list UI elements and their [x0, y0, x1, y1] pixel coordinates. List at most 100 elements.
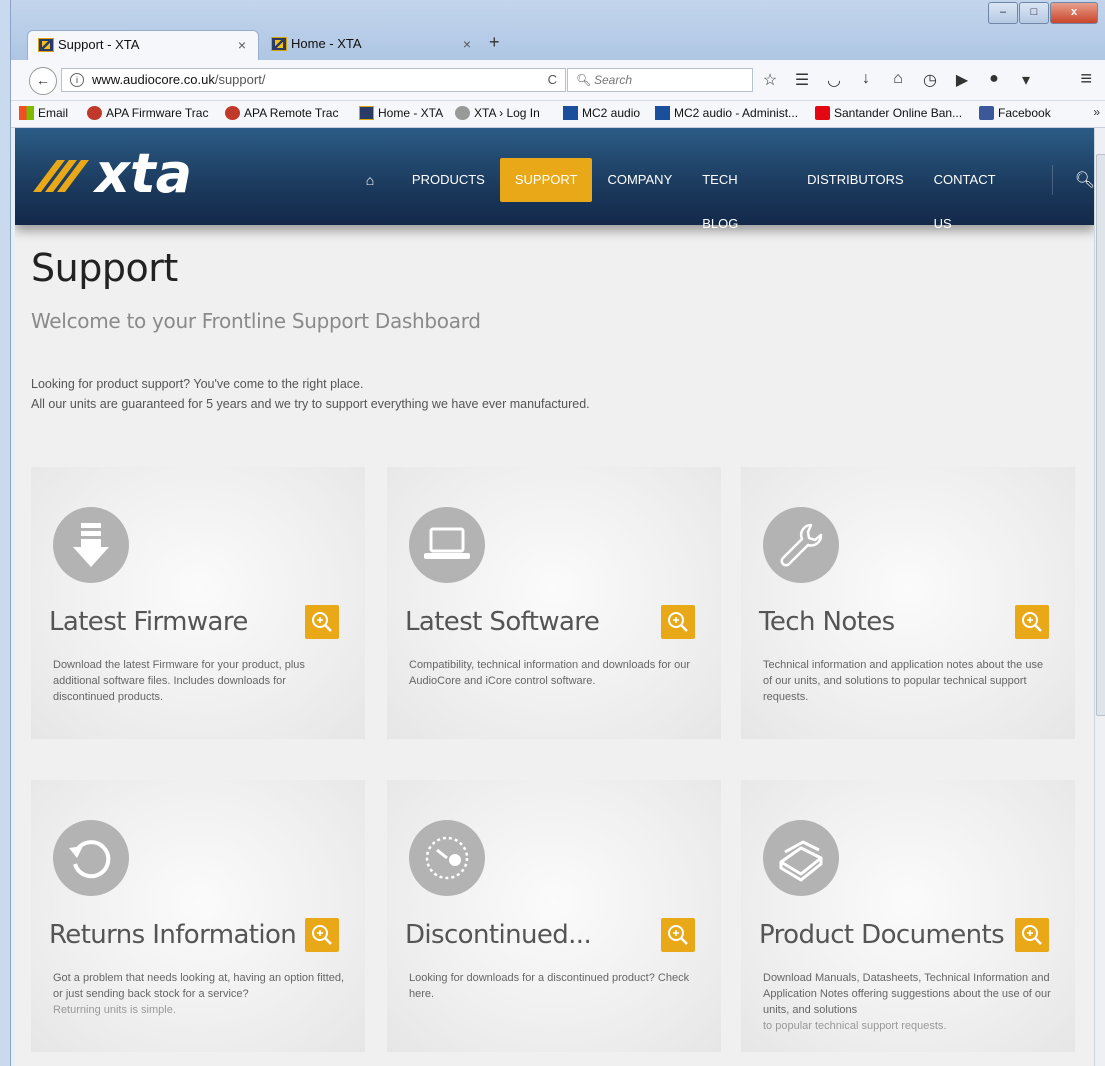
- zoom-icon[interactable]: [661, 605, 695, 639]
- dropdown-icon[interactable]: ▾: [1017, 70, 1035, 90]
- new-tab-button[interactable]: +: [489, 32, 500, 53]
- reading-list-icon[interactable]: ☰: [793, 70, 811, 90]
- zoom-icon[interactable]: [661, 918, 695, 952]
- card-desc-text: Got a problem that needs looking at, hav…: [53, 972, 345, 1000]
- home-icon[interactable]: ⌂: [889, 70, 907, 90]
- close-tab-icon[interactable]: ×: [238, 31, 246, 59]
- bookmark-star-icon[interactable]: ☆: [761, 70, 779, 90]
- windows-icon: [19, 106, 34, 120]
- card-description: Looking for downloads for a discontinued…: [409, 970, 701, 1002]
- nav-company[interactable]: COMPANY: [592, 158, 687, 202]
- trac-icon: [225, 106, 240, 120]
- close-window-button[interactable]: x: [1050, 2, 1098, 24]
- bookmark-mc2-admin[interactable]: MC2 audio - Administ...: [655, 106, 798, 120]
- card-title[interactable]: Latest Firmware: [49, 607, 248, 637]
- navigation-toolbar: ← i www.audiocore.co.uk/support/ C 🔍︎ Se…: [11, 60, 1105, 101]
- tab-bar: Support - XTA × Home - XTA × + – □ x: [11, 0, 1105, 60]
- maximize-button[interactable]: □: [1019, 2, 1049, 24]
- tab-support[interactable]: Support - XTA ×: [27, 30, 259, 60]
- bookmark-label: XTA › Log In: [474, 106, 540, 120]
- card-latest-software[interactable]: Latest Software Compatibility, technical…: [387, 467, 721, 739]
- card-discontinued[interactable]: Discontinued... Looking for downloads fo…: [387, 780, 721, 1052]
- globe-icon: [455, 106, 470, 120]
- card-desc-text: Looking for downloads for a discontinued…: [409, 972, 690, 1000]
- zoom-icon[interactable]: [1015, 605, 1049, 639]
- intro-text: Looking for product support? You've come…: [31, 374, 590, 414]
- nav-products[interactable]: PRODUCTS: [397, 158, 500, 202]
- xta-favicon-icon: [271, 37, 287, 51]
- card-title[interactable]: Discontinued...: [405, 920, 592, 950]
- bookmark-mc2[interactable]: MC2 audio: [563, 106, 640, 120]
- laptop-icon: [409, 507, 485, 583]
- scrollbar-thumb[interactable]: [1096, 154, 1105, 716]
- bookmark-label: Home - XTA: [378, 106, 444, 120]
- nav-distributors[interactable]: DISTRIBUTORS: [792, 158, 919, 202]
- xta-logo[interactable]: xta: [31, 142, 271, 202]
- card-desc-extra: Returning units is simple.: [53, 1004, 176, 1016]
- bookmark-apa-firmware[interactable]: APA Firmware Trac: [87, 106, 208, 120]
- zoom-icon[interactable]: [1015, 918, 1049, 952]
- url-domain: www.audiocore.co.uk: [92, 72, 215, 87]
- site-info-icon[interactable]: i: [70, 73, 84, 87]
- browser-window: Support - XTA × Home - XTA × + – □ x ← i…: [10, 0, 1105, 1066]
- minimize-button[interactable]: –: [988, 2, 1018, 24]
- card-title[interactable]: Latest Software: [405, 607, 600, 637]
- card-desc-text: Technical information and application no…: [763, 659, 1044, 703]
- bookmark-facebook[interactable]: Facebook: [979, 106, 1051, 120]
- url-path: /support/: [214, 72, 266, 87]
- card-title[interactable]: Product Documents: [759, 920, 1005, 950]
- close-tab-icon[interactable]: ×: [463, 30, 471, 58]
- reload-icon[interactable]: C: [548, 69, 557, 91]
- nav-support[interactable]: SUPPORT: [499, 158, 593, 202]
- gauge-icon: [409, 820, 485, 896]
- card-product-documents[interactable]: Product Documents Download Manuals, Data…: [741, 780, 1075, 1052]
- zoom-icon[interactable]: [305, 918, 339, 952]
- web-page: xta ⌂ PRODUCTS SUPPORT COMPANY TECH BLOG…: [15, 128, 1095, 1066]
- card-desc-text: Download Manuals, Datasheets, Technical …: [763, 972, 1051, 1016]
- bookmark-label: MC2 audio - Administ...: [674, 106, 799, 120]
- card-desc-text: Compatibility, technical information and…: [409, 659, 691, 687]
- back-button[interactable]: ←: [29, 67, 57, 95]
- return-icon: [53, 820, 129, 896]
- card-returns-information[interactable]: Returns Information Got a problem that n…: [31, 780, 365, 1052]
- bookmark-label: Email: [38, 106, 69, 120]
- extension-icon[interactable]: ●: [985, 70, 1003, 90]
- card-latest-firmware[interactable]: Latest Firmware Download the latest Firm…: [31, 467, 365, 739]
- download-icon[interactable]: ↓: [857, 70, 875, 90]
- search-input[interactable]: 🔍︎ Search: [567, 68, 753, 92]
- xta-icon: [359, 106, 374, 120]
- nav-tech-blog[interactable]: TECH BLOG: [687, 158, 792, 231]
- history-icon[interactable]: ◷: [921, 70, 939, 90]
- tab-home[interactable]: Home - XTA ×: [261, 30, 483, 60]
- search-icon: 🔍︎: [576, 73, 592, 87]
- bookmark-apa-remote[interactable]: APA Remote Trac: [225, 106, 338, 120]
- bookmark-xta-login[interactable]: XTA › Log In: [455, 106, 540, 120]
- pocket-icon[interactable]: ◡: [825, 70, 843, 90]
- nav-contact-us[interactable]: CONTACT US: [919, 158, 1032, 231]
- address-bar[interactable]: i www.audiocore.co.uk/support/ C: [61, 68, 566, 92]
- bookmark-label: Santander Online Ban...: [834, 106, 963, 120]
- vertical-scrollbar[interactable]: [1094, 128, 1105, 1066]
- page-title: Support: [31, 246, 178, 290]
- bookmark-home-xta[interactable]: Home - XTA: [359, 106, 443, 120]
- wrench-icon: [763, 507, 839, 583]
- main-nav: ⌂ PRODUCTS SUPPORT COMPANY TECH BLOG DIS…: [355, 158, 1095, 231]
- hamburger-menu-icon[interactable]: ≡: [1080, 68, 1092, 91]
- home-icon[interactable]: ⌂: [355, 172, 385, 188]
- bookmarks-overflow-icon[interactable]: »: [1093, 105, 1100, 119]
- mc2-icon: [563, 106, 578, 120]
- tab-title: Support - XTA: [58, 37, 140, 52]
- bookmark-santander[interactable]: Santander Online Ban...: [815, 106, 962, 120]
- card-title[interactable]: Returns Information: [49, 920, 297, 950]
- toolbar-icons: ☆ ☰ ◡ ↓ ⌂ ◷ ▶ ● ▾: [761, 70, 1035, 90]
- search-icon[interactable]: 🔍︎: [1075, 170, 1095, 190]
- bookmark-email[interactable]: Email: [19, 106, 68, 120]
- card-title[interactable]: Tech Notes: [759, 607, 895, 637]
- santander-icon: [815, 106, 830, 120]
- page-subtitle: Welcome to your Frontline Support Dashbo…: [31, 309, 481, 333]
- tab-title: Home - XTA: [291, 36, 362, 51]
- youtube-icon[interactable]: ▶: [953, 70, 971, 90]
- zoom-icon[interactable]: [305, 605, 339, 639]
- xta-favicon-icon: [38, 38, 54, 52]
- card-tech-notes[interactable]: Tech Notes Technical information and app…: [741, 467, 1075, 739]
